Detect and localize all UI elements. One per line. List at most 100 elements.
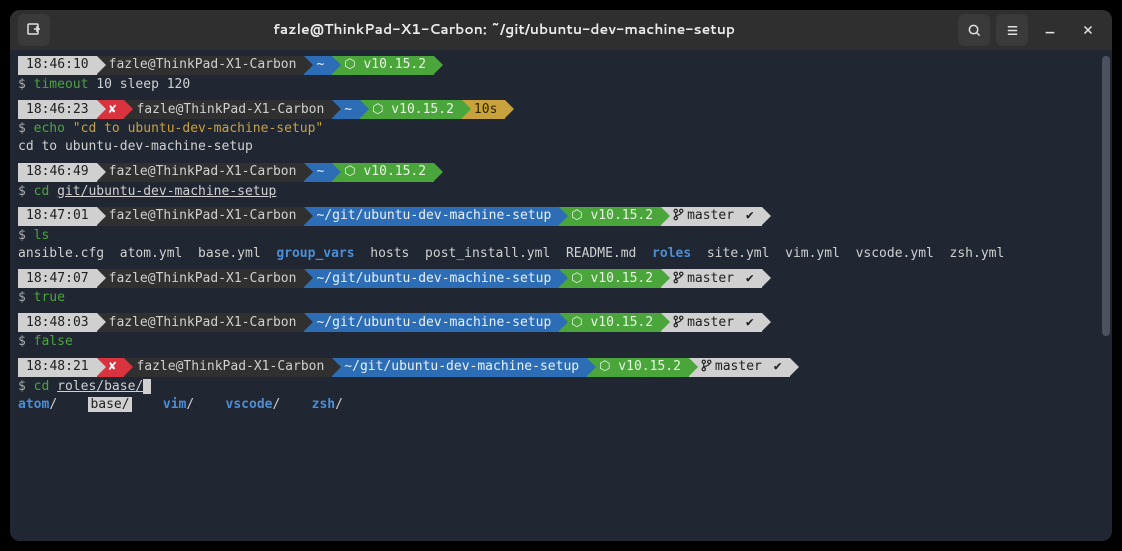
timestamp-segment: 18:48:21 — [18, 358, 97, 377]
prompt-symbol: $ — [18, 77, 34, 92]
ls-entry: site.yml — [707, 246, 770, 261]
menu-button[interactable] — [996, 14, 1028, 46]
path-segment: ~/git/ubuntu-dev-machine-setup — [304, 269, 559, 288]
ls-entry: base.yml — [198, 246, 261, 261]
powerline-prompt: 18:46:23✘fazle@ThinkPad-X1-Carbon~⬡ v10.… — [18, 100, 1104, 119]
cursor — [143, 379, 151, 394]
timestamp-segment: 18:47:07 — [18, 269, 97, 288]
powerline-prompt: 18:47:01fazle@ThinkPad-X1-Carbon~/git/ub… — [18, 207, 1104, 226]
timestamp-segment: 18:47:01 — [18, 207, 97, 226]
git-segment: master ✔ — [689, 358, 790, 377]
command-name: cd — [34, 379, 50, 394]
search-button[interactable] — [958, 14, 990, 46]
command-line: $ echo "cd to ubuntu-dev-machine-setup" — [18, 120, 1104, 138]
git-branch-icon — [673, 315, 684, 328]
hamburger-icon — [1005, 23, 1020, 38]
prompt-symbol: $ — [18, 334, 34, 349]
host-segment: fazle@ThinkPad-X1-Carbon — [97, 313, 305, 332]
titlebar: fazle@ThinkPad-X1-Carbon: ~/git/ubuntu-d… — [10, 10, 1112, 50]
close-icon — [1081, 23, 1095, 37]
command-line: $ cd git/ubuntu-dev-machine-setup — [18, 183, 1104, 201]
tab-completion-item[interactable]: atom — [18, 397, 49, 412]
node-version-segment: ⬡ v10.15.2 — [559, 269, 661, 288]
host-segment: fazle@ThinkPad-X1-Carbon — [97, 207, 305, 226]
timestamp-segment: 18:46:23 — [18, 100, 97, 119]
node-version-segment: ⬡ v10.15.2 — [559, 313, 661, 332]
command-block: 18:46:23✘fazle@ThinkPad-X1-Carbon~⬡ v10.… — [18, 100, 1104, 156]
node-version-segment: ⬡ v10.15.2 — [360, 100, 462, 119]
powerline-prompt: 18:46:10fazle@ThinkPad-X1-Carbon~⬡ v10.1… — [18, 56, 1104, 75]
command-name: echo — [34, 121, 65, 136]
tab-completion-item[interactable]: vscode — [226, 397, 273, 412]
command-line: $ false — [18, 333, 1104, 351]
git-branch-icon — [673, 271, 684, 284]
command-args: 10 sleep 120 — [96, 77, 190, 92]
command-name: ls — [34, 228, 50, 243]
close-button[interactable] — [1072, 14, 1104, 46]
host-segment: fazle@ThinkPad-X1-Carbon — [124, 100, 332, 119]
node-version-segment: ⬡ v10.15.2 — [587, 358, 689, 377]
path-segment: ~/git/ubuntu-dev-machine-setup — [304, 207, 559, 226]
prompt-symbol: $ — [18, 121, 34, 136]
minimize-icon — [1043, 23, 1057, 37]
new-tab-button[interactable] — [18, 14, 50, 46]
powerline-prompt: 18:48:21✘fazle@ThinkPad-X1-Carbon~/git/u… — [18, 358, 1104, 377]
git-segment: master ✔ — [661, 269, 762, 288]
git-branch-icon — [673, 208, 684, 221]
command-block: 18:46:49fazle@ThinkPad-X1-Carbon~⬡ v10.1… — [18, 163, 1104, 201]
command-name: cd — [34, 184, 50, 199]
node-version-segment: ⬡ v10.15.2 — [559, 207, 661, 226]
timestamp-segment: 18:48:03 — [18, 313, 97, 332]
command-line: $ timeout 10 sleep 120 — [18, 76, 1104, 94]
git-segment: master ✔ — [661, 207, 762, 226]
ls-entry: roles — [652, 246, 691, 261]
ls-entry: hosts — [370, 246, 409, 261]
command-block: 18:47:01fazle@ThinkPad-X1-Carbon~/git/ub… — [18, 207, 1104, 263]
ls-entry: atom.yml — [120, 246, 183, 261]
terminal-output-area[interactable]: 18:46:10fazle@ThinkPad-X1-Carbon~⬡ v10.1… — [10, 50, 1112, 541]
ls-entry: zsh.yml — [950, 246, 1005, 261]
command-block: 18:46:10fazle@ThinkPad-X1-Carbon~⬡ v10.1… — [18, 56, 1104, 94]
prompt-symbol: $ — [18, 228, 34, 243]
host-segment: fazle@ThinkPad-X1-Carbon — [124, 358, 332, 377]
command-output: cd to ubuntu-dev-machine-setup — [18, 138, 1104, 156]
git-segment: master ✔ — [661, 313, 762, 332]
terminal-window: fazle@ThinkPad-X1-Carbon: ~/git/ubuntu-d… — [10, 10, 1112, 541]
ls-entry: README.md — [566, 246, 636, 261]
git-branch-icon — [701, 359, 712, 372]
node-version-segment: ⬡ v10.15.2 — [332, 56, 434, 75]
prompt-symbol: $ — [18, 379, 34, 394]
command-line: $ true — [18, 289, 1104, 307]
new-tab-icon — [26, 22, 42, 38]
host-segment: fazle@ThinkPad-X1-Carbon — [97, 269, 305, 288]
tab-completion-item-selected[interactable]: base/ — [88, 397, 131, 412]
timestamp-segment: 18:46:49 — [18, 163, 97, 182]
tab-completion-item[interactable]: zsh — [312, 397, 335, 412]
powerline-prompt: 18:46:49fazle@ThinkPad-X1-Carbon~⬡ v10.1… — [18, 163, 1104, 182]
minimize-button[interactable] — [1034, 14, 1066, 46]
window-title: fazle@ThinkPad-X1-Carbon: ~/git/ubuntu-d… — [50, 20, 958, 40]
command-name: false — [34, 334, 73, 349]
prompt-symbol: $ — [18, 290, 34, 305]
tab-completion-item[interactable]: vim — [163, 397, 186, 412]
command-name: timeout — [34, 77, 89, 92]
scrollbar-thumb[interactable] — [1102, 56, 1110, 336]
command-name: true — [34, 290, 65, 305]
command-args: roles/base/ — [57, 379, 143, 394]
prompt-symbol: $ — [18, 184, 34, 199]
ls-entry: vscode.yml — [856, 246, 934, 261]
ls-entry: post_install.yml — [425, 246, 550, 261]
powerline-prompt: 18:47:07fazle@ThinkPad-X1-Carbon~/git/ub… — [18, 269, 1104, 288]
search-icon — [967, 23, 982, 38]
ls-entry: group_vars — [276, 246, 354, 261]
path-segment: ~/git/ubuntu-dev-machine-setup — [304, 313, 559, 332]
command-args: git/ubuntu-dev-machine-setup — [57, 184, 276, 199]
command-line: $ ls — [18, 227, 1104, 245]
tab-completion-list: atom/ base/ vim/ vscode/ zsh/ — [18, 396, 1104, 414]
ls-output: ansible.cfg atom.yml base.yml group_vars… — [18, 245, 1104, 263]
ls-entry: ansible.cfg — [18, 246, 104, 261]
command-line: $ cd roles/base/ — [18, 378, 1104, 396]
command-block: 18:48:21✘fazle@ThinkPad-X1-Carbon~/git/u… — [18, 358, 1104, 414]
command-args: "cd to ubuntu-dev-machine-setup" — [73, 121, 323, 136]
path-segment: ~/git/ubuntu-dev-machine-setup — [332, 358, 587, 377]
